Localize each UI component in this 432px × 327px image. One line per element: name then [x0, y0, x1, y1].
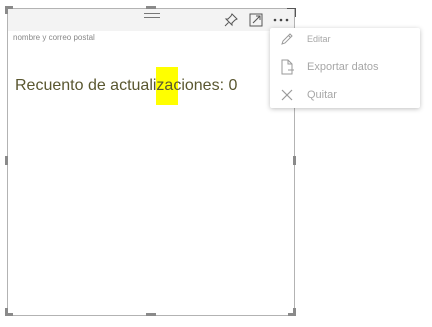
menu-item-remove-label: Quitar [307, 89, 337, 101]
tile-header[interactable] [8, 9, 294, 31]
resize-handle-bottom-right-vertical[interactable] [293, 308, 296, 316]
tile-value-text: Recuento de actualizaciones: 0 [15, 77, 238, 94]
resize-handle-right[interactable] [293, 156, 296, 165]
corner-mark-icon [287, 8, 296, 17]
resize-handle-bottom[interactable] [146, 313, 156, 316]
drag-handle-icon[interactable] [144, 13, 160, 23]
resize-handle-top[interactable] [146, 6, 156, 9]
menu-item-export[interactable]: Exportar datos [270, 56, 420, 78]
export-file-icon [279, 59, 295, 75]
context-menu: Editar Exportar datos Quitar [270, 28, 420, 108]
menu-item-export-label: Exportar datos [307, 61, 379, 73]
resize-handle-bottom-left-vertical[interactable] [5, 308, 8, 316]
resize-handle-left[interactable] [5, 156, 8, 165]
menu-item-remove[interactable]: Quitar [270, 84, 420, 106]
pencil-icon [279, 31, 295, 47]
menu-item-edit[interactable]: Editar [270, 28, 420, 50]
pin-icon[interactable] [222, 11, 240, 29]
resize-handle-top-left-vertical[interactable] [5, 6, 8, 14]
dashboard-tile[interactable]: nombre y correo postal Recuento de actua… [7, 8, 295, 316]
menu-item-edit-label: Editar [307, 34, 331, 44]
dashboard-canvas: nombre y correo postal Recuento de actua… [0, 0, 432, 327]
close-icon [279, 87, 295, 103]
focus-mode-icon[interactable] [247, 11, 265, 29]
tile-subtitle: nombre y correo postal [13, 33, 95, 42]
